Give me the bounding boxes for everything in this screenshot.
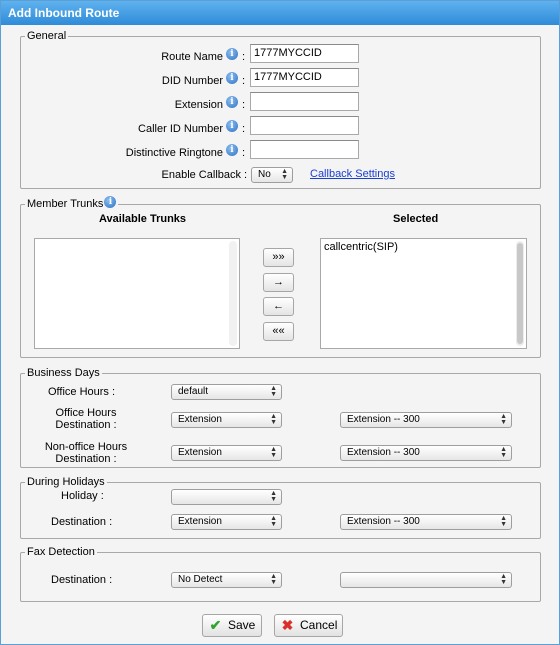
label-line: Office Hours <box>55 407 117 419</box>
route-name-label: Route Name <box>161 51 223 63</box>
fax-detection-legend: Fax Detection <box>27 546 95 558</box>
selected-trunks-header: Selected <box>393 213 439 225</box>
add-all-button[interactable]: »» <box>263 248 294 267</box>
holiday-destination-label: Destination : <box>51 516 113 528</box>
ringtone-label: Distinctive Ringtone <box>125 147 223 159</box>
route-name-input[interactable]: 1777MYCCID <box>250 44 359 63</box>
updown-arrow-icon: ▲ ▼ <box>270 385 277 398</box>
scrollbar[interactable] <box>516 241 524 346</box>
caller-id-input[interactable] <box>250 116 359 135</box>
holiday-destination-target-select[interactable]: Extension -- 300 ▲ ▼ <box>340 514 512 530</box>
colon: : <box>244 169 248 181</box>
updown-arrow-icon: ▲ ▼ <box>281 168 288 181</box>
updown-arrow-icon: ▲ ▼ <box>500 413 507 426</box>
fax-destination-type-value: No Detect <box>178 574 223 585</box>
did-number-input[interactable]: 1777MYCCID <box>250 68 359 87</box>
office-hours-select[interactable]: default ▲ ▼ <box>171 384 282 400</box>
enable-callback-select[interactable]: No ▲ ▼ <box>251 167 293 183</box>
cancel-label: Cancel <box>300 618 338 632</box>
remove-button[interactable]: ← <box>263 297 294 316</box>
colon: : <box>242 75 246 87</box>
available-trunks-list[interactable] <box>34 238 240 349</box>
label-line: Destination : <box>55 419 117 431</box>
add-button[interactable]: → <box>263 273 294 292</box>
fax-destination-label: Destination : <box>51 574 113 586</box>
updown-arrow-icon: ▲ ▼ <box>500 446 507 459</box>
updown-arrow-icon: ▲ ▼ <box>500 515 507 528</box>
general-legend: General <box>27 30 67 42</box>
business-days-legend: Business Days <box>27 367 100 379</box>
enable-callback-value: No <box>258 169 271 180</box>
list-item[interactable]: callcentric(SIP) <box>324 241 398 253</box>
info-icon[interactable]: i <box>226 96 238 108</box>
non-office-destination-target-select[interactable]: Extension -- 300 ▲ ▼ <box>340 445 512 461</box>
holiday-destination-type-select[interactable]: Extension ▲ ▼ <box>171 514 282 530</box>
dialog-title: Add Inbound Route <box>1 1 559 25</box>
info-icon[interactable]: i <box>226 144 238 156</box>
office-hours-destination-label: Office Hours Destination : <box>41 407 131 431</box>
extension-label: Extension <box>174 99 223 111</box>
colon: : <box>242 51 246 63</box>
add-inbound-route-dialog: Add Inbound Route General Route Name i :… <box>0 0 560 645</box>
office-destination-type-select[interactable]: Extension ▲ ▼ <box>171 412 282 428</box>
colon: : <box>242 123 246 135</box>
x-icon: ✖ <box>281 617 294 633</box>
updown-arrow-icon: ▲ ▼ <box>270 490 277 503</box>
office-destination-target-value: Extension -- 300 <box>347 414 420 425</box>
holiday-destination-type-value: Extension <box>178 516 222 527</box>
updown-arrow-icon: ▲ ▼ <box>270 515 277 528</box>
selected-trunks-list[interactable]: callcentric(SIP) <box>320 238 527 349</box>
ringtone-input[interactable] <box>250 140 359 159</box>
member-trunks-legend: Member Trunks i <box>25 196 118 211</box>
updown-arrow-icon: ▲ ▼ <box>270 573 277 586</box>
info-icon[interactable]: i <box>226 72 238 84</box>
member-trunks-legend-text: Member Trunks <box>27 198 104 210</box>
did-number-label: DID Number <box>161 75 223 87</box>
label-line: Non-office Hours <box>44 441 128 453</box>
updown-arrow-icon: ▲ ▼ <box>270 413 277 426</box>
holiday-label: Holiday : <box>61 490 104 502</box>
info-icon[interactable]: i <box>104 196 117 208</box>
holiday-destination-target-value: Extension -- 300 <box>347 516 420 527</box>
non-office-destination-type-select[interactable]: Extension ▲ ▼ <box>171 445 282 461</box>
label-line: Destination : <box>55 453 117 465</box>
holiday-select[interactable]: ▲ ▼ <box>171 489 282 505</box>
office-hours-value: default <box>178 386 209 397</box>
save-label: Save <box>228 618 256 632</box>
during-holidays-legend: During Holidays <box>27 476 105 488</box>
scrollbar[interactable] <box>229 241 237 346</box>
save-button[interactable]: ✔ Save <box>202 614 262 637</box>
info-icon[interactable]: i <box>226 120 238 132</box>
non-office-hours-destination-label: Non-office Hours Destination : <box>36 441 136 465</box>
caller-id-label: Caller ID Number <box>138 123 223 135</box>
updown-arrow-icon: ▲ ▼ <box>270 446 277 459</box>
extension-input[interactable] <box>250 92 359 111</box>
available-trunks-header: Available Trunks <box>99 213 187 225</box>
colon: : <box>242 99 246 111</box>
callback-settings-link[interactable]: Callback Settings <box>310 168 395 180</box>
remove-all-button[interactable]: «« <box>263 322 294 341</box>
cancel-button[interactable]: ✖ Cancel <box>274 614 343 637</box>
enable-callback-label: Enable Callback <box>161 169 242 181</box>
check-icon: ✔ <box>209 617 222 633</box>
office-destination-type-value: Extension <box>178 414 222 425</box>
fax-destination-type-select[interactable]: No Detect ▲ ▼ <box>171 572 282 588</box>
updown-arrow-icon: ▲ ▼ <box>500 573 507 586</box>
non-office-destination-type-value: Extension <box>178 447 222 458</box>
non-office-destination-target-value: Extension -- 300 <box>347 447 420 458</box>
scrollbar-thumb[interactable] <box>517 243 523 344</box>
colon: : <box>242 147 246 159</box>
office-hours-label: Office Hours : <box>48 386 116 398</box>
info-icon[interactable]: i <box>226 48 238 60</box>
office-destination-target-select[interactable]: Extension -- 300 ▲ ▼ <box>340 412 512 428</box>
fax-destination-target-select[interactable]: ▲ ▼ <box>340 572 512 588</box>
